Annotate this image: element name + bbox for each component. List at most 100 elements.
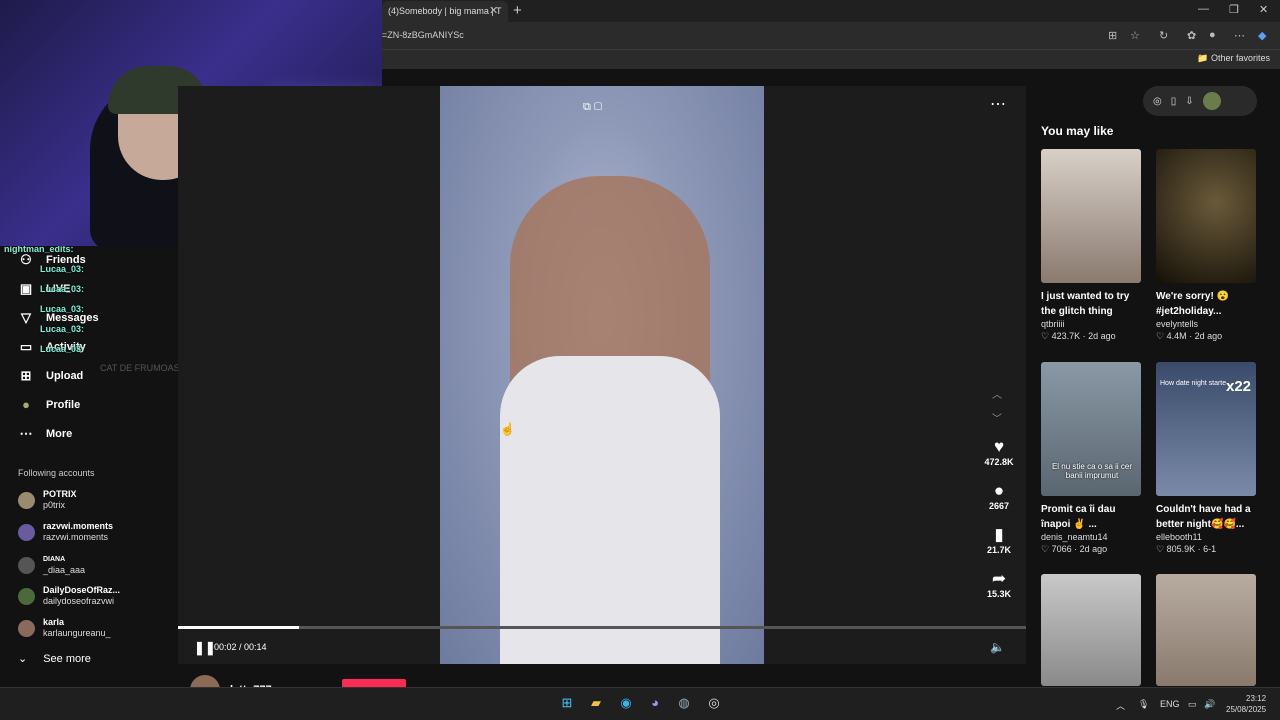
profile-icon: ●: [22, 397, 30, 412]
chat-line: Lucaa_03:: [40, 284, 85, 294]
close-tab-icon[interactable]: ✕: [489, 4, 498, 17]
obs-icon[interactable]: ◎: [705, 695, 723, 711]
avatar: [18, 556, 35, 574]
chat-line: Lucaa_03:: [40, 304, 85, 314]
recommended-card[interactable]: We're sorry! 😮 #jet2holiday... evelyntel…: [1156, 149, 1256, 342]
recommended-card[interactable]: How date night starte x22 Couldn't have …: [1156, 362, 1256, 555]
account-name: POTRIX: [43, 489, 77, 499]
share-button[interactable]: ➦ 15.3K: [982, 569, 1016, 599]
friends-icon: ⚇: [20, 252, 32, 267]
thumbnail-badge: x22: [1226, 378, 1252, 395]
upload-icon: ⊞: [20, 368, 32, 383]
user-avatar[interactable]: [1202, 92, 1221, 110]
chevron-down-icon: ⌄: [18, 653, 28, 665]
card-title: We're sorry! 😮 #jet2holiday...: [1156, 291, 1230, 317]
system-clock[interactable]: 23:12 25/08/2025: [1226, 693, 1266, 715]
speaker-icon[interactable]: 🔊: [1204, 699, 1215, 710]
card-user: ellebooth11: [1156, 532, 1202, 542]
volume-icon[interactable]: 🔈: [990, 640, 1005, 654]
nav-label: Upload: [46, 370, 84, 382]
more-options-icon[interactable]: ⋯: [990, 94, 1006, 114]
account-handle: karlaungureanu_: [43, 628, 111, 638]
tray-chevron-icon[interactable]: ︿: [1116, 699, 1125, 712]
following-account[interactable]: POTRIX p0trix: [18, 489, 77, 511]
save-button[interactable]: ▮ 21.7K: [982, 525, 1016, 555]
compass-icon[interactable]: ◎: [1153, 96, 1162, 107]
star-icon[interactable]: ☆: [1130, 29, 1140, 42]
following-account[interactable]: karla karlaungureanu_: [18, 617, 111, 639]
menu-dots-icon[interactable]: ⋯: [1234, 29, 1245, 42]
recommended-card[interactable]: [1156, 574, 1256, 686]
discord-icon[interactable]: ◕: [646, 695, 664, 711]
steam-icon[interactable]: ◍: [675, 695, 693, 711]
avatar: [18, 619, 35, 637]
following-account[interactable]: DIANA _diaa_aaa: [18, 554, 85, 576]
messages-icon: ▽: [21, 310, 31, 325]
nav-profile[interactable]: ● Profile: [18, 397, 80, 412]
previous-video-icon[interactable]: ︿: [992, 386, 1002, 401]
like-button[interactable]: ♥ 472.8K: [982, 437, 1016, 467]
pip-icon[interactable]: ⧉ ▢: [583, 101, 602, 114]
chat-line: Lucaa_03:: [40, 264, 85, 274]
next-video-icon[interactable]: ﹀: [992, 410, 1002, 425]
video-thumbnail: [1156, 149, 1256, 283]
activity-icon: ▭: [19, 339, 33, 354]
clock-date: 25/08/2025: [1226, 705, 1267, 714]
recommended-card[interactable]: [1041, 574, 1141, 686]
progress-bar[interactable]: [178, 626, 1026, 629]
copilot-icon[interactable]: ◆: [1258, 29, 1266, 42]
language-indicator[interactable]: ENG: [1160, 699, 1180, 709]
network-icon[interactable]: ▭: [1188, 699, 1197, 710]
download-icon[interactable]: ⇩: [1185, 96, 1193, 107]
pause-icon[interactable]: ❚❚: [194, 640, 216, 656]
heart-icon: ♥: [993, 437, 1005, 456]
following-title: Following accounts: [18, 468, 95, 478]
recommended-card[interactable]: El nu stie ca o sa ii cer banii imprumut…: [1041, 362, 1141, 555]
profile-avatar-icon[interactable]: ●: [1209, 29, 1216, 41]
recommended-card[interactable]: I just wanted to try the glitch thing qt…: [1041, 149, 1141, 342]
following-account[interactable]: razvwi.moments razvwi.moments: [18, 521, 113, 543]
avatar: [18, 587, 35, 605]
new-tab-icon[interactable]: +: [513, 2, 522, 19]
microphone-icon[interactable]: 🎙: [1138, 699, 1149, 710]
card-user: denis_neamtu14: [1041, 532, 1108, 542]
video-thumbnail: [1041, 574, 1141, 686]
edge-icon[interactable]: ◉: [617, 695, 635, 711]
save-count: 21.7K: [986, 545, 1012, 555]
bookmark-icon: ▮: [994, 525, 1004, 544]
phone-icon[interactable]: ▯: [1171, 96, 1177, 107]
extensions-icon[interactable]: ✿: [1187, 29, 1196, 42]
chat-line: Lucaa_03:: [40, 344, 85, 354]
avatar: [18, 523, 35, 541]
share-icon: ➦: [991, 569, 1007, 588]
refresh-icon[interactable]: ↻: [1159, 29, 1168, 42]
video-thumbnail: [1041, 149, 1141, 283]
nav-upload[interactable]: ⊞ Upload: [18, 368, 84, 384]
url-field[interactable]: =ZN-8zBGmANIYSc: [382, 30, 464, 40]
card-title: Promit ca îi dau înapoi ✌ ...: [1041, 504, 1116, 530]
video-thumbnail: How date night starte x22: [1156, 362, 1256, 496]
share-count: 15.3K: [986, 589, 1012, 599]
card-title: Couldn't have had a better night🥰🥰...: [1156, 504, 1251, 530]
live-icon: ▣: [19, 281, 33, 296]
video-subject-shirt: [500, 356, 720, 664]
like-count: 472.8K: [984, 457, 1014, 467]
heart-icon: ♡: [1156, 544, 1165, 554]
video-frame[interactable]: [440, 86, 764, 664]
chat-line: Lucaa_03:: [40, 324, 85, 334]
card-likes: 805.9K: [1166, 544, 1196, 554]
file-explorer-icon[interactable]: ▰: [587, 695, 605, 711]
rail-title: You may like: [1041, 124, 1114, 138]
minimize-icon[interactable]: —: [1198, 3, 1209, 15]
maximize-icon[interactable]: ❐: [1229, 3, 1239, 16]
thumbnail-caption: How date night starte: [1160, 380, 1227, 387]
nav-more[interactable]: ⋯ More: [18, 426, 73, 442]
windows-start-icon[interactable]: ⊞: [558, 695, 576, 711]
following-account[interactable]: DailyDoseOfRaz... dailydoseofrazvwi: [18, 585, 120, 607]
other-favorites[interactable]: 📁 Other favorites: [1197, 53, 1270, 64]
taskbar: [0, 687, 1280, 720]
reader-icon[interactable]: ⊞: [1108, 29, 1117, 42]
see-more-button[interactable]: ⌄ See more: [18, 652, 91, 666]
close-window-icon[interactable]: ✕: [1259, 3, 1268, 16]
comment-button[interactable]: ● 2667: [982, 481, 1016, 511]
